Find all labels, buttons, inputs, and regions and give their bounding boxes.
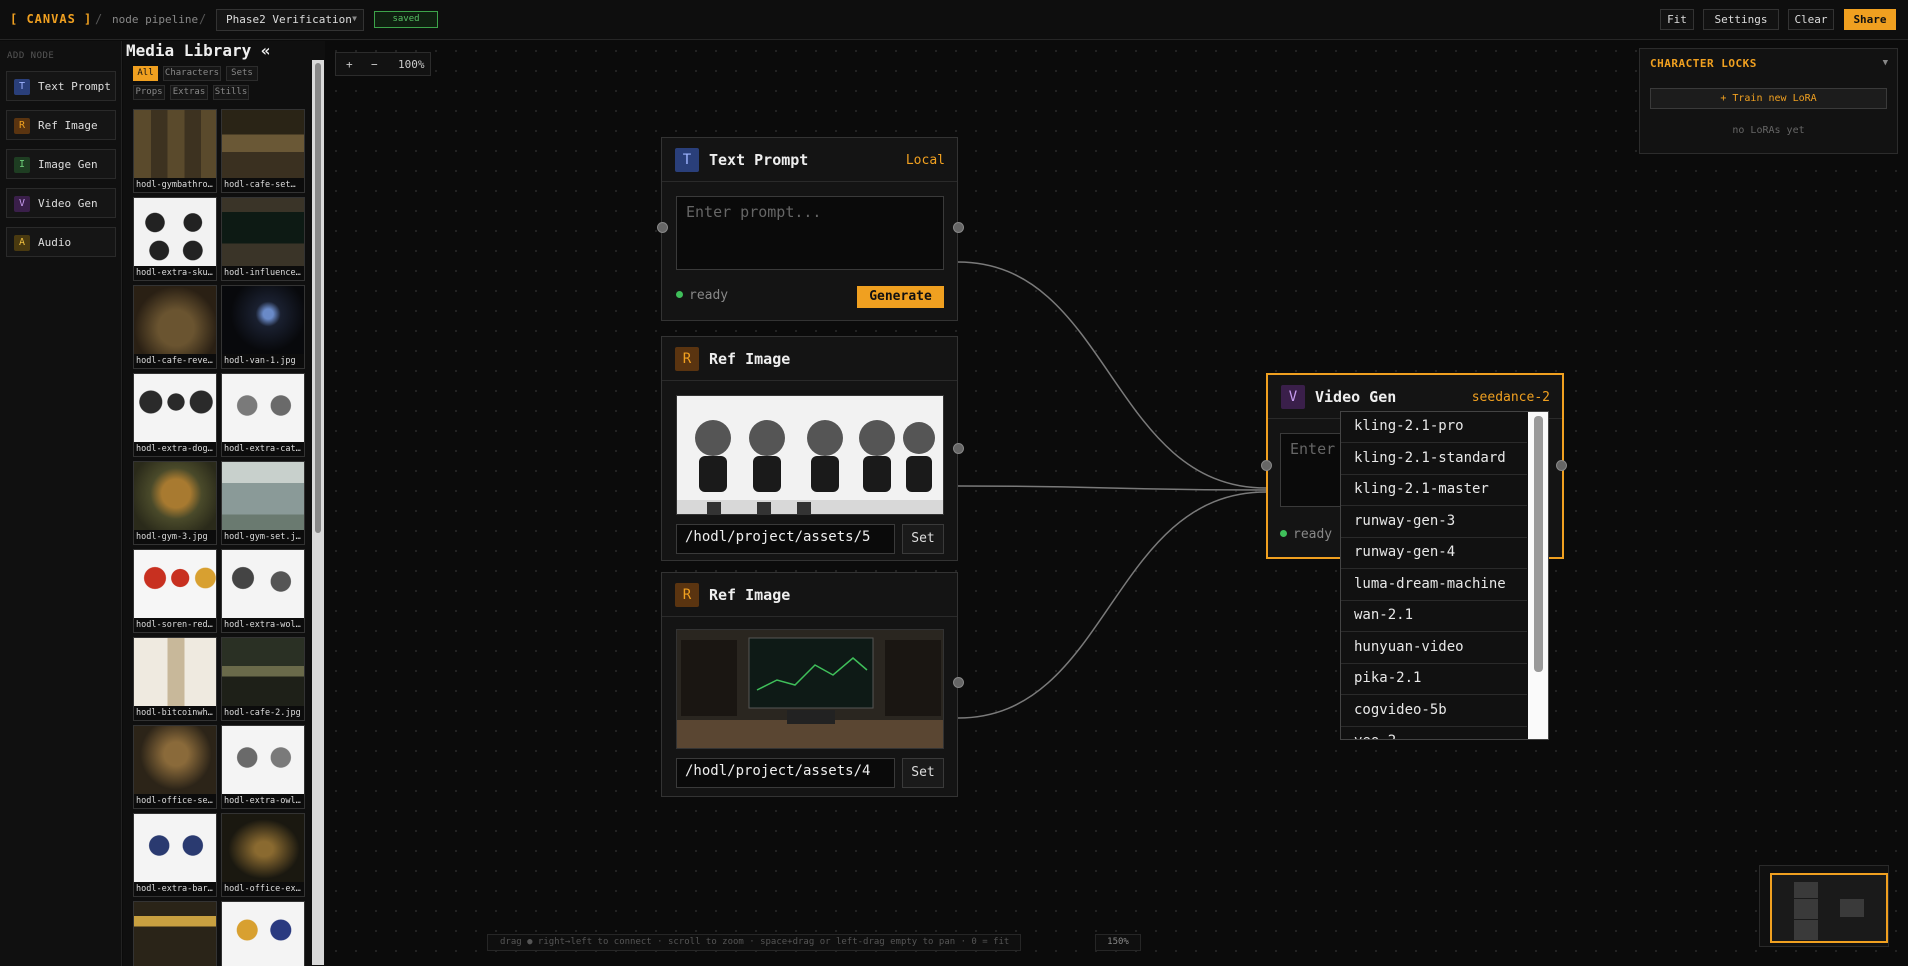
ref-image-node[interactable]: R Ref Image /hodl/project/assets/4 Set: [661, 572, 958, 797]
dropdown-scrollbar[interactable]: [1528, 412, 1548, 739]
edge[interactable]: [957, 261, 1267, 489]
text-prompt-node[interactable]: T Text Prompt Local Enter prompt... read…: [661, 137, 958, 321]
ref-image-node-icon: R: [675, 583, 699, 607]
node-badge: Local: [905, 153, 945, 168]
ref-image-node[interactable]: R Ref Image /hodl/project/assets/5 Set: [661, 336, 958, 561]
minimap-node: [1840, 899, 1864, 917]
character-locks-panel: CHARACTER LOCKS ▼ + Train new LoRA no Lo…: [1639, 48, 1898, 154]
text-node-icon: T: [675, 148, 699, 172]
minimap-viewport[interactable]: [1770, 873, 1888, 943]
node-title: Ref Image: [709, 350, 791, 368]
asset-path-input[interactable]: /hodl/project/assets/5: [676, 524, 895, 554]
status-dot: [676, 291, 683, 298]
input-port[interactable]: [657, 222, 668, 233]
edge[interactable]: [957, 491, 1267, 719]
minimap-node: [1794, 920, 1818, 940]
empty-lora-message: no LoRAs yet: [1732, 125, 1805, 136]
model-option[interactable]: veo-2: [1341, 727, 1527, 739]
set-button[interactable]: Set: [902, 524, 944, 554]
character-locks-title[interactable]: CHARACTER LOCKS: [1650, 57, 1757, 70]
model-option[interactable]: kling-2.1-standard: [1341, 444, 1527, 475]
train-lora-button[interactable]: + Train new LoRA: [1650, 88, 1887, 109]
canvas-hint: drag ● right→left to connect · scroll to…: [487, 934, 1021, 951]
asset-path-input[interactable]: /hodl/project/assets/4: [676, 758, 895, 788]
model-select[interactable]: seedance-2: [1472, 390, 1550, 405]
model-option[interactable]: kling-2.1-master: [1341, 475, 1527, 506]
node-title: Video Gen: [1315, 388, 1397, 406]
output-port[interactable]: [953, 443, 964, 454]
status-dot: [1280, 530, 1287, 537]
chevron-down-icon[interactable]: ▼: [1883, 58, 1888, 68]
ref-image-node-icon: R: [675, 347, 699, 371]
video-gen-node-icon: V: [1281, 385, 1305, 409]
model-option[interactable]: pika-2.1: [1341, 664, 1527, 695]
model-option[interactable]: runway-gen-4: [1341, 538, 1527, 569]
edge[interactable]: [957, 485, 1267, 491]
model-option[interactable]: runway-gen-3: [1341, 507, 1527, 538]
set-button[interactable]: Set: [902, 758, 944, 788]
node-header[interactable]: R Ref Image: [662, 337, 957, 381]
node-title: Ref Image: [709, 586, 791, 604]
minimap-node: [1794, 882, 1818, 898]
model-option[interactable]: luma-dream-machine: [1341, 570, 1527, 601]
node-status: ready: [1280, 527, 1332, 542]
input-port[interactable]: [1261, 460, 1272, 471]
node-title: Text Prompt: [709, 151, 809, 169]
minimap-node: [1794, 899, 1818, 919]
zoom-badge: 150%: [1095, 934, 1141, 951]
scrollbar-thumb[interactable]: [1534, 416, 1543, 672]
character-sheet-image: [677, 420, 943, 514]
model-dropdown-list[interactable]: kling-2.1-pro kling-2.1-standard kling-2…: [1340, 411, 1549, 740]
minimap[interactable]: [1759, 865, 1889, 947]
model-option[interactable]: hunyuan-video: [1341, 633, 1527, 664]
office-set-image: [677, 630, 943, 748]
reference-image-preview: [676, 395, 944, 515]
output-port[interactable]: [1556, 460, 1567, 471]
model-option[interactable]: cogvideo-5b: [1341, 696, 1527, 727]
generate-button[interactable]: Generate: [857, 286, 944, 308]
model-option[interactable]: kling-2.1-pro: [1341, 412, 1527, 443]
node-header[interactable]: T Text Prompt Local: [662, 138, 957, 182]
prompt-input[interactable]: Enter prompt...: [676, 196, 944, 270]
output-port[interactable]: [953, 222, 964, 233]
node-status: ready: [676, 288, 728, 303]
model-option[interactable]: wan-2.1: [1341, 601, 1527, 632]
output-port[interactable]: [953, 677, 964, 688]
node-header[interactable]: R Ref Image: [662, 573, 957, 617]
reference-image-preview: [676, 629, 944, 749]
